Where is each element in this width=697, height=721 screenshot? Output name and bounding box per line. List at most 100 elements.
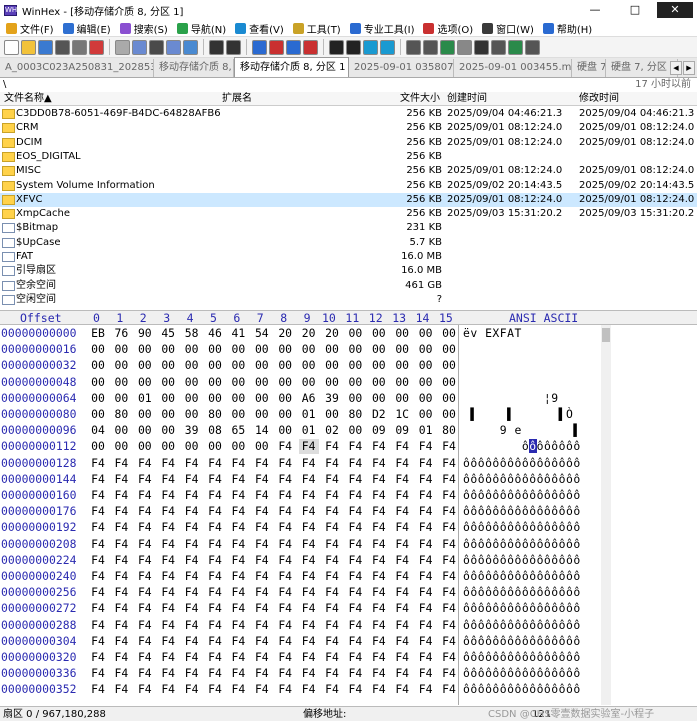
hex-byte[interactable]: F4 bbox=[439, 650, 459, 665]
hex-byte[interactable]: F4 bbox=[369, 553, 389, 568]
hex-byte[interactable]: 00 bbox=[392, 326, 412, 341]
hex-byte[interactable]: 58 bbox=[182, 326, 202, 341]
ascii-text[interactable]: ôôôôôôôôôôôôôôôô bbox=[463, 472, 581, 487]
hex-byte[interactable]: F4 bbox=[369, 504, 389, 519]
menu-navigate[interactable]: 导航(N) bbox=[174, 21, 229, 36]
hex-byte[interactable]: 00 bbox=[111, 439, 131, 454]
save-icon[interactable] bbox=[38, 39, 53, 55]
hex-byte[interactable]: F4 bbox=[322, 682, 342, 697]
hex-byte[interactable]: F4 bbox=[252, 504, 272, 519]
hex-byte[interactable]: 00 bbox=[135, 342, 155, 357]
hex-byte[interactable]: 00 bbox=[252, 342, 272, 357]
hex-byte[interactable]: 00 bbox=[345, 423, 365, 438]
menu-options[interactable]: 选项(O) bbox=[420, 21, 476, 36]
hex-byte[interactable]: F4 bbox=[392, 520, 412, 535]
hex-byte[interactable]: 00 bbox=[275, 407, 295, 422]
ascii-text[interactable]: ôôôôôôôôôôôôôôôô bbox=[463, 569, 581, 584]
hex-byte[interactable]: 00 bbox=[416, 375, 436, 390]
hex-byte[interactable]: F4 bbox=[205, 634, 225, 649]
hex-byte[interactable]: 00 bbox=[439, 358, 459, 373]
hex-byte[interactable]: F4 bbox=[392, 666, 412, 681]
hex-byte[interactable]: F4 bbox=[416, 682, 436, 697]
hex-byte[interactable]: 00 bbox=[369, 326, 389, 341]
hex-byte[interactable]: 00 bbox=[439, 342, 459, 357]
hex-byte[interactable]: F4 bbox=[275, 537, 295, 552]
hex-byte[interactable]: F4 bbox=[205, 537, 225, 552]
hex-byte[interactable]: 00 bbox=[88, 358, 108, 373]
hex-byte[interactable]: 1C bbox=[392, 407, 412, 422]
hex-byte[interactable]: F4 bbox=[369, 456, 389, 471]
ascii-text[interactable]: ▌ ▌ ▌Ò bbox=[463, 407, 573, 422]
hex-byte[interactable]: F4 bbox=[228, 634, 248, 649]
hex-byte[interactable]: 02 bbox=[322, 423, 342, 438]
hex-byte[interactable]: 00 bbox=[416, 407, 436, 422]
hex-byte[interactable]: F4 bbox=[299, 585, 319, 600]
hex-byte[interactable]: F4 bbox=[182, 537, 202, 552]
hex-byte[interactable]: 46 bbox=[205, 326, 225, 341]
hex-byte[interactable]: 00 bbox=[182, 407, 202, 422]
ascii-text[interactable]: ôôôôôôôôôôôôôôôô bbox=[463, 666, 581, 681]
hex-byte[interactable]: 00 bbox=[205, 391, 225, 406]
hex-convert-icon[interactable] bbox=[209, 39, 224, 55]
hex-byte[interactable]: F4 bbox=[439, 520, 459, 535]
hex-byte[interactable]: F4 bbox=[275, 520, 295, 535]
hex-byte[interactable]: F4 bbox=[439, 618, 459, 633]
hex-byte[interactable]: F4 bbox=[205, 666, 225, 681]
hex-byte[interactable]: 00 bbox=[439, 375, 459, 390]
menu-pro-tools[interactable]: 专业工具(I) bbox=[347, 21, 418, 36]
hex-byte[interactable]: F4 bbox=[182, 569, 202, 584]
menu-window[interactable]: 窗口(W) bbox=[479, 21, 537, 36]
tab-scroll-right-icon[interactable]: ▶ bbox=[683, 61, 695, 75]
hex-byte[interactable]: 00 bbox=[135, 375, 155, 390]
hex-byte[interactable]: A6 bbox=[299, 391, 319, 406]
hex-byte[interactable]: F4 bbox=[369, 488, 389, 503]
column-created[interactable]: 创建时间 bbox=[447, 92, 487, 106]
hex-byte[interactable]: F4 bbox=[322, 439, 342, 454]
hex-byte[interactable]: F4 bbox=[205, 618, 225, 633]
hex-byte[interactable]: F4 bbox=[205, 472, 225, 487]
file-row[interactable]: 空余空间 461 GB bbox=[0, 279, 697, 293]
hex-byte[interactable]: F4 bbox=[439, 585, 459, 600]
hex-byte[interactable]: F4 bbox=[182, 553, 202, 568]
file-row[interactable]: System Volume Information 256 KB 2025/09/0… bbox=[0, 179, 697, 193]
properties-icon[interactable] bbox=[72, 39, 87, 55]
ram-icon[interactable] bbox=[440, 39, 455, 55]
hex-byte[interactable]: F4 bbox=[369, 666, 389, 681]
hex-byte[interactable]: F4 bbox=[135, 585, 155, 600]
file-row[interactable]: 空闲空间? bbox=[0, 293, 697, 307]
hex-byte[interactable]: F4 bbox=[439, 666, 459, 681]
hex-byte[interactable]: F4 bbox=[416, 537, 436, 552]
hex-byte[interactable]: F4 bbox=[275, 666, 295, 681]
hex-byte[interactable]: F4 bbox=[345, 666, 365, 681]
hex-byte[interactable]: 00 bbox=[299, 358, 319, 373]
hex-byte[interactable]: 00 bbox=[158, 342, 178, 357]
hex-byte[interactable]: F4 bbox=[111, 504, 131, 519]
hex-byte[interactable]: 20 bbox=[275, 326, 295, 341]
hex-byte[interactable]: 00 bbox=[182, 375, 202, 390]
ascii-text[interactable]: ôôôôôôôôôôôôôôôô bbox=[463, 537, 581, 552]
hex-byte[interactable]: 00 bbox=[111, 423, 131, 438]
hex-byte[interactable]: 00 bbox=[392, 375, 412, 390]
hex-byte[interactable]: F4 bbox=[439, 456, 459, 471]
hex-byte[interactable]: 00 bbox=[252, 391, 272, 406]
hex-byte[interactable]: 00 bbox=[275, 391, 295, 406]
hex-byte[interactable]: F4 bbox=[252, 553, 272, 568]
hex-byte[interactable]: F4 bbox=[345, 601, 365, 616]
hex-byte[interactable]: F4 bbox=[252, 682, 272, 697]
hex-byte[interactable]: 00 bbox=[322, 375, 342, 390]
hex-byte[interactable]: F4 bbox=[205, 488, 225, 503]
hex-byte[interactable]: 00 bbox=[369, 391, 389, 406]
hex-byte[interactable]: F4 bbox=[205, 553, 225, 568]
file-row[interactable]: DCIM 256 KB 2025/09/01 08:12:24.0 2025/09/0… bbox=[0, 136, 697, 150]
hex-byte[interactable]: 00 bbox=[158, 391, 178, 406]
print-icon[interactable] bbox=[55, 39, 70, 55]
hex-byte[interactable]: 00 bbox=[369, 375, 389, 390]
hex-byte[interactable]: F4 bbox=[158, 618, 178, 633]
hex-byte[interactable]: F4 bbox=[88, 520, 108, 535]
hex-byte[interactable]: 45 bbox=[158, 326, 178, 341]
hex-byte[interactable]: F4 bbox=[299, 520, 319, 535]
hex-byte[interactable]: F4 bbox=[322, 569, 342, 584]
hex-byte[interactable]: 00 bbox=[228, 439, 248, 454]
hex-byte[interactable]: F4 bbox=[275, 504, 295, 519]
hex-byte[interactable]: F4 bbox=[299, 504, 319, 519]
